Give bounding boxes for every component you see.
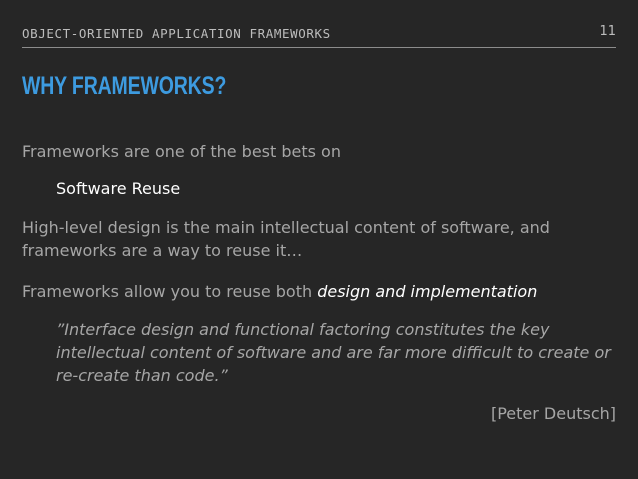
page-number: 11	[599, 24, 616, 39]
paragraph-software-reuse: Software Reuse	[56, 179, 181, 198]
paragraph-reuse-both: Frameworks allow you to reuse both desig…	[22, 280, 537, 303]
slide-title: WHY FRAMEWORKS?	[22, 72, 227, 100]
quote-block: ”Interface design and functional factori…	[56, 318, 611, 387]
quote-line: re-create than code.”	[56, 366, 228, 385]
paragraph-line: High-level design is the main intellectu…	[22, 218, 550, 237]
paragraph-text: Frameworks allow you to reuse both	[22, 282, 318, 301]
paragraph-high-level-design: High-level design is the main intellectu…	[22, 216, 550, 262]
emphasis-text: design and implementation	[317, 282, 538, 301]
quote-line: intellectual content of software and are…	[56, 343, 611, 362]
quote-attribution: [Peter Deutsch]	[490, 404, 616, 423]
paragraph-line: frameworks are a way to reuse it…	[22, 241, 303, 260]
header-title: OBJECT-ORIENTED APPLICATION FRAMEWORKS	[22, 26, 331, 41]
header-divider	[22, 47, 616, 48]
quote-line: ”Interface design and functional factori…	[56, 320, 550, 339]
paragraph-frameworks-best-bets: Frameworks are one of the best bets on	[22, 142, 341, 161]
